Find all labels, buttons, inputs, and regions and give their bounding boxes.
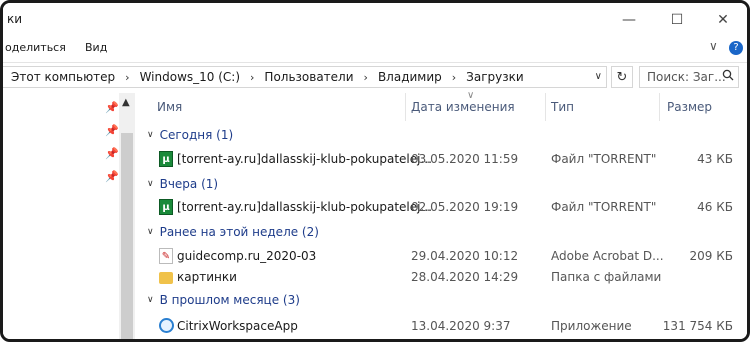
column-header-date[interactable]: Дата изменения xyxy=(411,93,515,121)
breadcrumb-user[interactable]: Владимир xyxy=(378,70,442,84)
column-divider[interactable] xyxy=(659,93,660,121)
column-header-name[interactable]: Имя xyxy=(157,93,182,121)
file-name: [torrent-ay.ru]dallasskij-klub-pokupatel… xyxy=(177,200,432,214)
file-type: Папка с файлами xyxy=(551,270,662,284)
column-divider[interactable] xyxy=(405,93,406,121)
column-header-size[interactable]: Размер xyxy=(667,93,712,121)
breadcrumb-users[interactable]: Пользователи xyxy=(264,70,353,84)
expand-ribbon-icon[interactable]: ∨ xyxy=(709,39,718,53)
breadcrumb-separator[interactable]: › xyxy=(125,71,129,84)
window-title: ки xyxy=(7,12,23,26)
search-input[interactable]: Поиск: Заг... xyxy=(639,66,739,88)
file-type: Файл "TORRENT" xyxy=(551,152,657,166)
collapse-chevron-icon[interactable]: ∨ xyxy=(147,130,154,140)
file-date: 28.04.2020 14:29 xyxy=(411,270,519,284)
citrix-icon xyxy=(159,318,174,333)
column-divider[interactable] xyxy=(545,93,546,121)
file-name: guidecomp.ru_2020-03 xyxy=(177,249,317,263)
breadcrumb-separator[interactable]: › xyxy=(250,71,254,84)
title-bar: ки — ☐ ✕ xyxy=(3,3,747,37)
group-header-yesterday[interactable]: ∨ Вчера (1) xyxy=(147,177,218,191)
file-row[interactable]: CitrixWorkspaceApp 13.04.2020 9:37 Прило… xyxy=(137,316,743,338)
file-name: CitrixWorkspaceApp xyxy=(177,319,298,333)
pin-icon[interactable]: 📌 xyxy=(105,124,119,137)
collapse-chevron-icon[interactable]: ∨ xyxy=(147,179,154,189)
file-row[interactable]: µ [torrent-ay.ru]dallasskij-klub-pokupat… xyxy=(137,197,743,219)
group-header-earlier-this-week[interactable]: ∨ Ранее на этой неделе (2) xyxy=(147,225,319,239)
file-type: Adobe Acrobat D... xyxy=(551,249,664,263)
ribbon-tabs: оделиться Вид ∨ ? xyxy=(3,37,747,61)
pin-icon[interactable]: 📌 xyxy=(105,147,119,160)
search-placeholder: Поиск: Заг... xyxy=(647,70,726,84)
file-size: 131 754 КБ xyxy=(662,319,733,333)
group-label: Ранее на этой неделе (2) xyxy=(159,225,319,239)
torrent-icon: µ xyxy=(159,199,173,215)
navigation-pane: 📌 📌 📌 📌 xyxy=(3,93,119,339)
file-list: Имя ∨ Дата изменения Тип Размер ∨ Сегодн… xyxy=(137,90,747,339)
file-row[interactable]: картинки 28.04.2020 14:29 Папка с файлам… xyxy=(137,267,743,289)
folder-icon xyxy=(159,272,173,284)
minimize-button[interactable]: — xyxy=(609,9,649,31)
file-date: 03.05.2020 11:59 xyxy=(411,152,519,166)
collapse-chevron-icon[interactable]: ∨ xyxy=(147,295,154,305)
group-header-last-month[interactable]: ∨ В прошлом месяце (3) xyxy=(147,293,300,307)
file-date: 29.04.2020 10:12 xyxy=(411,249,519,263)
breadcrumb-separator[interactable]: › xyxy=(364,71,368,84)
column-header-type[interactable]: Тип xyxy=(551,93,574,121)
breadcrumb-separator[interactable]: › xyxy=(452,71,456,84)
file-size: 209 КБ xyxy=(689,249,733,263)
refresh-icon: ↻ xyxy=(616,69,628,85)
help-icon[interactable]: ? xyxy=(729,41,743,55)
file-name: [torrent-ay.ru]dallasskij-klub-pokupatel… xyxy=(177,152,432,166)
group-label: Вчера (1) xyxy=(159,177,219,191)
file-size: 43 КБ xyxy=(697,152,733,166)
file-date: 13.04.2020 9:37 xyxy=(411,319,511,333)
maximize-button[interactable]: ☐ xyxy=(657,9,697,31)
pdf-icon: ✎ xyxy=(159,248,173,264)
file-type: Файл "TORRENT" xyxy=(551,200,657,214)
search-icon xyxy=(722,69,734,85)
address-dropdown-icon[interactable]: ∨ xyxy=(595,71,602,82)
breadcrumb-drive[interactable]: Windows_10 (C:) xyxy=(140,70,240,84)
file-name: картинки xyxy=(177,270,237,284)
file-size: 46 КБ xyxy=(697,200,733,214)
pin-icon[interactable]: 📌 xyxy=(105,101,119,114)
pin-icon[interactable]: 📌 xyxy=(105,170,119,183)
scrollbar-thumb[interactable] xyxy=(121,133,133,339)
file-row[interactable]: µ [torrent-ay.ru]dallasskij-klub-pokupat… xyxy=(137,149,743,171)
file-type: Приложение xyxy=(551,319,632,333)
collapse-chevron-icon[interactable]: ∨ xyxy=(147,227,154,237)
close-button[interactable]: ✕ xyxy=(703,9,743,31)
navigation-scrollbar[interactable]: ▲ xyxy=(119,93,135,339)
scroll-up-icon[interactable]: ▲ xyxy=(122,97,130,108)
group-label: Сегодня (1) xyxy=(159,128,234,142)
file-row[interactable]: ✎ guidecomp.ru_2020-03 29.04.2020 10:12 … xyxy=(137,246,743,268)
file-date: 02.05.2020 19:19 xyxy=(411,200,519,214)
address-bar[interactable]: Этот компьютер › Windows_10 (C:) › Польз… xyxy=(3,66,607,88)
breadcrumb-this-pc[interactable]: Этот компьютер xyxy=(11,70,115,84)
breadcrumb-downloads[interactable]: Загрузки xyxy=(466,70,524,84)
group-label: В прошлом месяце (3) xyxy=(159,293,300,307)
torrent-icon: µ xyxy=(159,151,173,167)
refresh-button[interactable]: ↻ xyxy=(611,66,633,88)
group-header-today[interactable]: ∨ Сегодня (1) xyxy=(147,128,233,142)
address-row: Этот компьютер › Windows_10 (C:) › Польз… xyxy=(3,62,747,93)
explorer-window: ки — ☐ ✕ оделиться Вид ∨ ? Этот компьюте… xyxy=(0,0,750,342)
tab-share[interactable]: оделиться xyxy=(5,41,66,54)
tab-view[interactable]: Вид xyxy=(85,41,107,54)
